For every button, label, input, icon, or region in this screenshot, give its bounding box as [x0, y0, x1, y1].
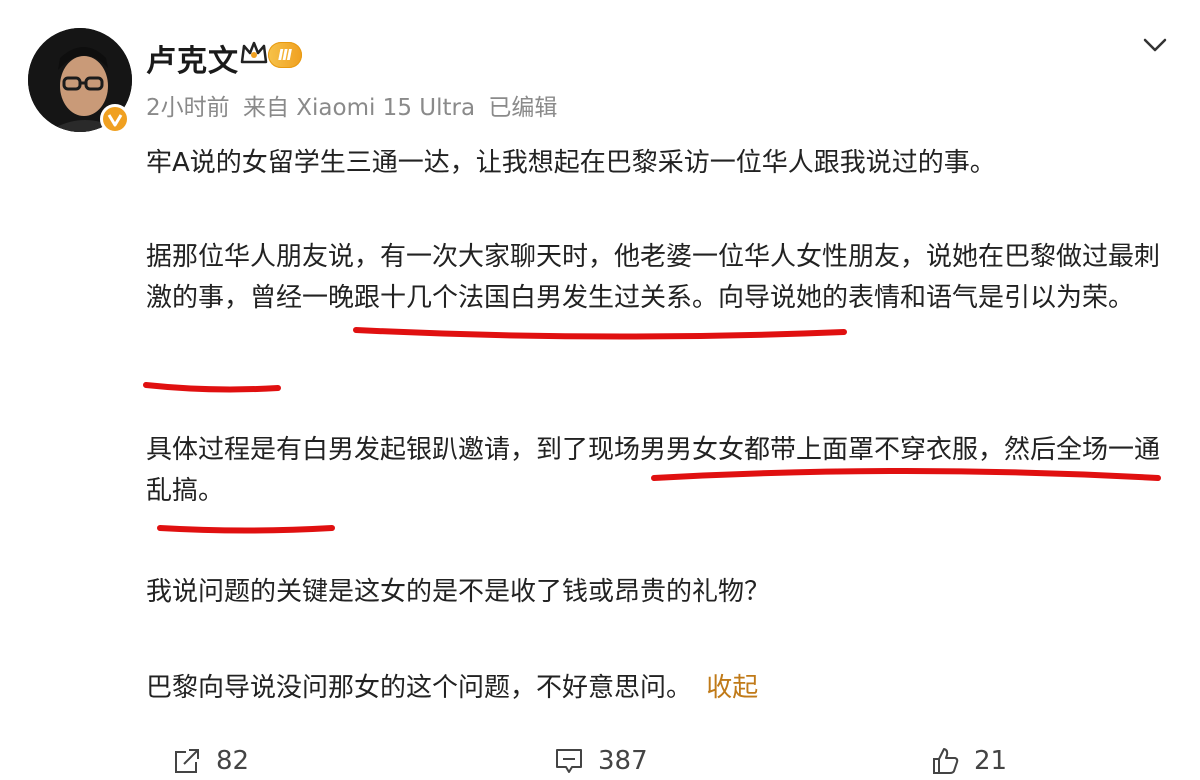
comment-count: 387: [598, 746, 648, 776]
username[interactable]: 卢克文: [146, 36, 239, 80]
repost-button[interactable]: 82: [172, 746, 249, 776]
like-button[interactable]: 21: [930, 746, 1007, 776]
red-underline: [353, 327, 847, 340]
post-paragraph: 牢A说的女留学生三通一达，让我想起在巴黎采访一位华人跟我说过的事。: [146, 148, 996, 178]
post-paragraph-last: 巴黎向导说没问那女的这个问题，不好意思问。 收起: [146, 668, 1176, 709]
post-source: 来自 Xiaomi 15 Ultra: [242, 95, 476, 121]
repost-count: 82: [216, 746, 250, 776]
crown-icon: [240, 40, 268, 70]
post-paragraph: 巴黎向导说没问那女的这个问题，不好意思问。: [146, 673, 693, 703]
post-paragraph: 据那位华人朋友说，有一次大家聊天时，他老婆一位华人女性朋友，说她在巴黎做过最刺激…: [146, 242, 1161, 313]
post-edited[interactable]: 已编辑: [488, 95, 557, 121]
post-paragraph: 具体过程是有白男发起银趴邀请，到了现场男男女女都带上面罩不穿衣服，然后全场一通乱…: [146, 435, 1161, 506]
post-meta: 2小时前 来自 Xiaomi 15 Ultra 已编辑: [146, 88, 563, 122]
action-bar: 82 387 21: [0, 746, 1200, 780]
verified-icon: [100, 104, 130, 134]
post-paragraph: 我说问题的关键是这女的是不是收了钱或昂贵的礼物？: [146, 577, 771, 607]
like-icon: [933, 748, 959, 774]
comment-icon: [556, 749, 582, 773]
level-badge: Ⅲ: [268, 42, 303, 68]
like-count: 21: [974, 746, 1008, 776]
post-time: 2小时前: [146, 95, 230, 121]
red-underline: [143, 382, 281, 393]
collapse-link[interactable]: 收起: [706, 673, 758, 703]
red-underline: [157, 525, 335, 534]
repost-icon: [175, 749, 199, 773]
comment-button[interactable]: 387: [554, 746, 648, 776]
chevron-down-icon[interactable]: [1140, 30, 1170, 60]
